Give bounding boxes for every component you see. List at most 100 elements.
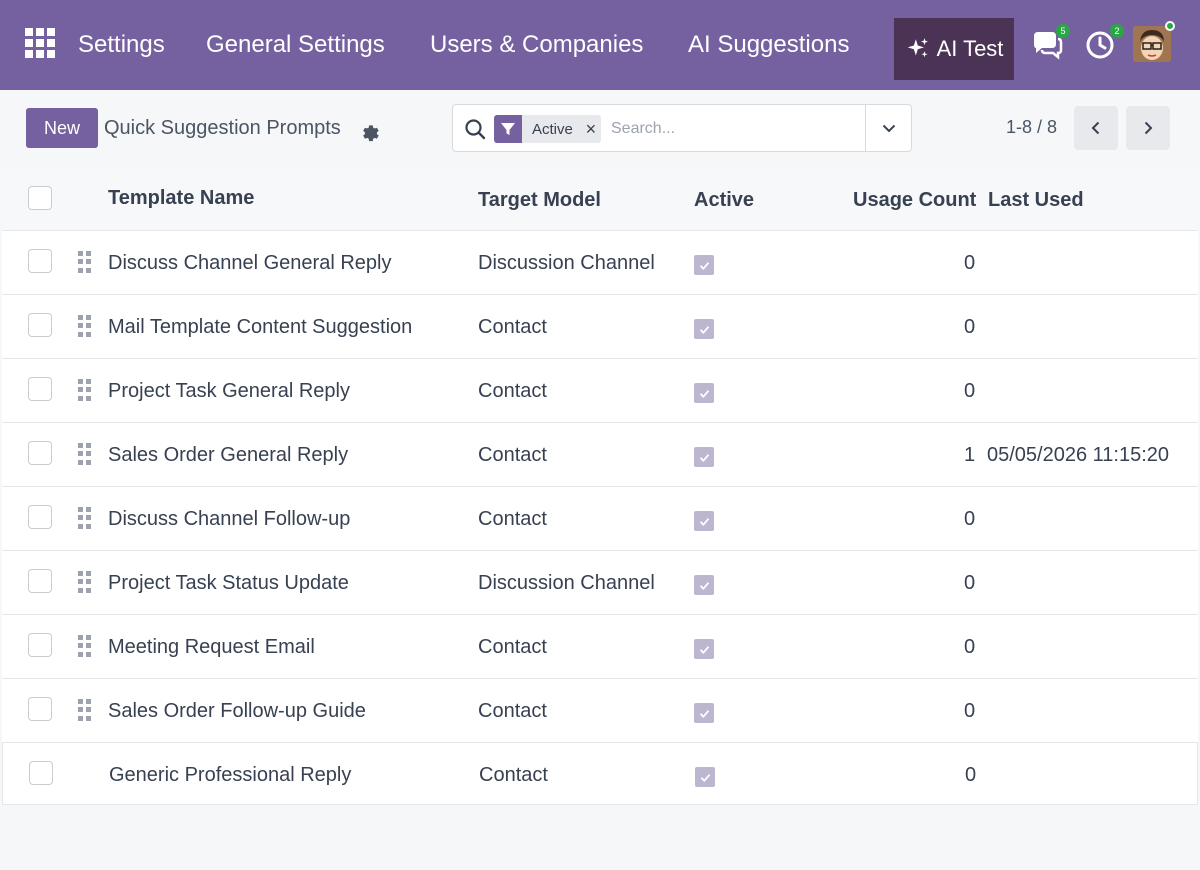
activities-badge: 2 [1110, 24, 1124, 38]
apps-menu-icon[interactable] [25, 28, 55, 58]
cell-template-name: Sales Order General Reply [108, 444, 349, 466]
filter-icon [494, 115, 522, 143]
messages-badge: 5 [1056, 24, 1070, 38]
active-checkbox-icon [694, 511, 714, 531]
cell-template-name: Project Task Status Update [108, 572, 349, 594]
cell-target-model: Contact [479, 764, 548, 786]
top-navbar: Settings General Settings Users & Compan… [0, 0, 1200, 90]
table-row[interactable]: Project Task General Reply Contact 0 [2, 359, 1198, 423]
row-checkbox[interactable] [28, 441, 52, 465]
breadcrumb-title: Quick Suggestion Prompts [104, 117, 341, 139]
active-checkbox-icon [694, 639, 714, 659]
row-checkbox[interactable] [28, 505, 52, 529]
row-checkbox[interactable] [28, 697, 52, 721]
row-checkbox[interactable] [28, 633, 52, 657]
table-row[interactable]: Discuss Channel General Reply Discussion… [2, 231, 1198, 295]
cell-target-model: Discussion Channel [478, 252, 655, 274]
chevron-left-icon [1091, 121, 1100, 135]
drag-handle-icon[interactable] [78, 635, 92, 657]
table-row[interactable]: Project Task Status Update Discussion Ch… [2, 551, 1198, 615]
chevron-down-icon [882, 124, 896, 133]
cell-target-model: Contact [478, 444, 547, 466]
active-checkbox-icon [694, 383, 714, 403]
cell-target-model: Contact [478, 636, 547, 658]
active-checkbox-icon [695, 767, 715, 787]
table-row[interactable]: Generic Professional Reply Contact 0 [2, 743, 1198, 805]
active-checkbox-icon [694, 703, 714, 723]
ai-test-button[interactable]: AI Test [894, 18, 1014, 80]
cell-target-model: Contact [478, 700, 547, 722]
select-all-checkbox[interactable] [28, 186, 52, 210]
drag-handle-icon[interactable] [78, 379, 92, 401]
pager-previous-button[interactable] [1074, 106, 1118, 150]
table-header: Template Name Target Model Active Usage … [2, 168, 1198, 231]
search-options-toggle[interactable] [865, 105, 912, 151]
drag-handle-icon[interactable] [78, 507, 92, 529]
drag-handle-icon[interactable] [78, 251, 92, 273]
chevron-right-icon [1144, 121, 1153, 135]
cell-usage-count: 0 [965, 764, 977, 786]
pager-value[interactable]: 1-8 / 8 [1006, 117, 1057, 138]
cell-target-model: Contact [478, 316, 547, 338]
cell-template-name: Generic Professional Reply [109, 764, 352, 786]
column-header-target-model[interactable]: Target Model [478, 189, 601, 212]
column-header-last-used[interactable]: Last Used [988, 189, 1084, 212]
nav-menu-users-companies[interactable]: Users & Companies [430, 30, 643, 60]
row-checkbox[interactable] [28, 377, 52, 401]
drag-handle-icon[interactable] [78, 571, 92, 593]
drag-handle-icon[interactable] [78, 315, 92, 337]
row-checkbox[interactable] [28, 569, 52, 593]
table-row[interactable]: Sales Order Follow-up Guide Contact 0 [2, 679, 1198, 743]
search-icon[interactable] [463, 117, 487, 141]
pager-next-button[interactable] [1126, 106, 1170, 150]
cell-usage-count: 0 [964, 316, 976, 338]
user-avatar[interactable] [1133, 26, 1171, 62]
cell-last-used: 05/05/2026 11:15:20 [987, 444, 1170, 466]
cell-template-name: Sales Order Follow-up Guide [108, 700, 366, 722]
row-checkbox[interactable] [29, 761, 53, 785]
table-row[interactable]: Mail Template Content Suggestion Contact… [2, 295, 1198, 359]
search-input[interactable] [611, 115, 861, 143]
cell-template-name: Discuss Channel General Reply [108, 252, 392, 274]
online-status-dot [1165, 21, 1175, 31]
search-panel: Active × [452, 104, 912, 152]
messages-icon[interactable]: 5 [1030, 24, 1070, 62]
nav-menu-ai-suggestions[interactable]: AI Suggestions [688, 30, 849, 60]
cell-template-name: Discuss Channel Follow-up [108, 508, 351, 530]
cell-usage-count: 1 [964, 444, 976, 466]
cell-target-model: Contact [478, 380, 547, 402]
new-button[interactable]: New [26, 108, 98, 148]
table-row[interactable]: Sales Order General Reply Contact 1 05/0… [2, 423, 1198, 487]
column-header-active[interactable]: Active [694, 189, 754, 212]
column-header-usage-count[interactable]: Usage Count [853, 189, 976, 212]
active-checkbox-icon [694, 319, 714, 339]
cell-usage-count: 0 [964, 700, 976, 722]
active-checkbox-icon [694, 255, 714, 275]
cell-usage-count: 0 [964, 252, 976, 274]
drag-handle-icon[interactable] [78, 443, 92, 465]
active-checkbox-icon [694, 447, 714, 467]
cell-usage-count: 0 [964, 508, 976, 530]
ai-test-label: AI Test [936, 36, 1004, 61]
sparkles-icon [907, 38, 928, 58]
facet-remove-icon[interactable]: × [581, 115, 601, 143]
facet-label: Active [532, 120, 573, 138]
nav-menu-general-settings[interactable]: General Settings [206, 30, 385, 60]
drag-handle-icon[interactable] [78, 699, 92, 721]
cell-template-name: Meeting Request Email [108, 636, 315, 658]
active-checkbox-icon [694, 575, 714, 595]
gear-icon[interactable] [358, 120, 380, 142]
nav-brand-settings[interactable]: Settings [78, 30, 165, 60]
activities-clock-icon[interactable]: 2 [1084, 24, 1124, 62]
row-checkbox[interactable] [28, 249, 52, 273]
table-row[interactable]: Meeting Request Email Contact 0 [2, 615, 1198, 679]
cell-usage-count: 0 [964, 636, 976, 658]
cell-template-name: Project Task General Reply [108, 380, 350, 402]
column-header-template-name[interactable]: Template Name [108, 187, 254, 210]
cell-template-name: Mail Template Content Suggestion [108, 316, 413, 338]
list-table: Template Name Target Model Active Usage … [2, 168, 1198, 805]
table-body: Discuss Channel General Reply Discussion… [2, 231, 1198, 805]
row-checkbox[interactable] [28, 313, 52, 337]
cell-usage-count: 0 [964, 380, 976, 402]
table-row[interactable]: Discuss Channel Follow-up Contact 0 [2, 487, 1198, 551]
